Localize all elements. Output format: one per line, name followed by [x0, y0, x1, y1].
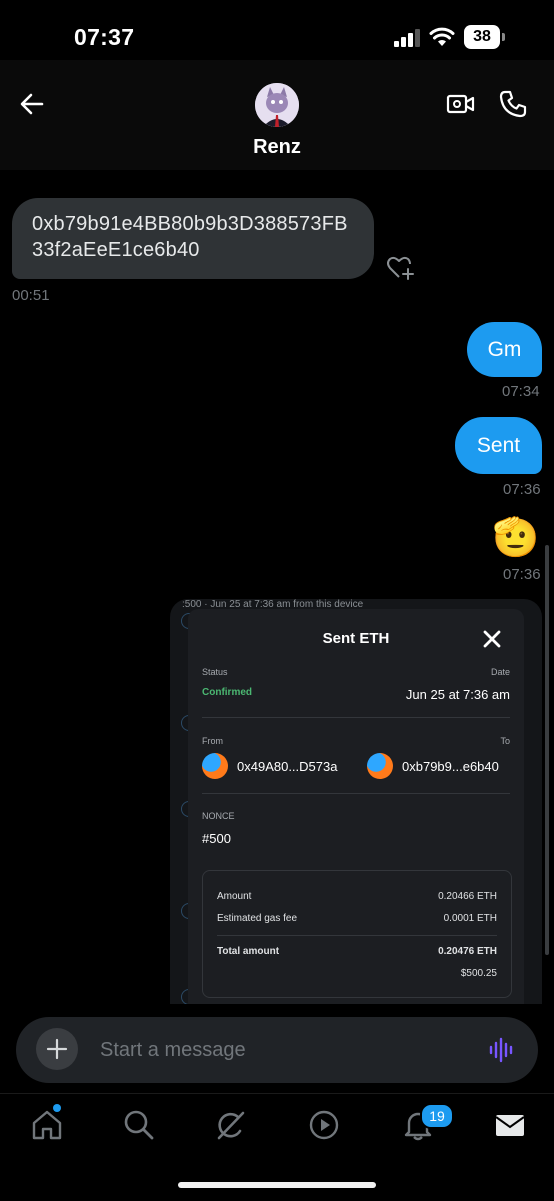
from-label: From: [202, 736, 223, 746]
date-label: Date: [490, 667, 510, 677]
grok-icon[interactable]: [214, 1108, 248, 1142]
sent-message-bubble[interactable]: Gm: [467, 322, 542, 377]
status-label: Status: [202, 667, 228, 677]
close-icon: [482, 629, 502, 649]
total-usd-value: $500.25: [460, 968, 497, 979]
to-label: To: [500, 736, 510, 746]
status-time: 07:37: [74, 24, 135, 50]
notification-count-badge: 19: [420, 1103, 454, 1129]
phone-call-button[interactable]: [498, 89, 528, 119]
gas-fee-value: 0.0001 ETH: [443, 913, 497, 924]
amount-label: Amount: [217, 891, 252, 902]
add-attachment-button[interactable]: [36, 1028, 78, 1070]
contact-name[interactable]: Renz: [0, 136, 554, 159]
battery-level: 38: [464, 25, 500, 49]
amount-value: 0.20466 ETH: [438, 891, 497, 902]
home-icon[interactable]: [30, 1108, 64, 1142]
battery-icon: 38: [464, 25, 506, 49]
date-value: Jun 25 at 7:36 am: [405, 687, 510, 702]
message-timestamp: 07:36: [503, 566, 541, 583]
nonce-value: #500: [202, 831, 231, 846]
cellular-signal-icon: [393, 29, 423, 47]
search-icon[interactable]: [122, 1108, 156, 1142]
status-value: Confirmed: [202, 687, 252, 698]
sent-message-bubble[interactable]: Sent: [455, 417, 542, 474]
add-reaction-icon[interactable]: [386, 255, 416, 281]
message-timestamp: 07:34: [502, 383, 540, 400]
shared-screenshot-image[interactable]: :500 · Jun 25 at 7:36 am from this devic…: [170, 599, 542, 1004]
nonce-label: NONCE: [202, 811, 235, 821]
back-button[interactable]: [18, 90, 46, 118]
to-address: 0xb79b9...e6b40: [402, 759, 499, 774]
contact-avatar[interactable]: [255, 83, 299, 127]
home-unread-dot: [53, 1104, 61, 1112]
message-timestamp: 00:51: [12, 287, 50, 304]
messages-mail-icon[interactable]: [493, 1108, 527, 1142]
total-amount-value: 0.20476 ETH: [438, 946, 497, 957]
modal-title: Sent ETH: [322, 630, 390, 647]
message-timestamp: 07:36: [503, 481, 541, 498]
to-account-icon: [367, 753, 393, 779]
from-account-icon: [202, 753, 228, 779]
wifi-icon: [429, 27, 455, 47]
message-input[interactable]: [100, 1036, 460, 1064]
from-address: 0x49A80...D573a: [237, 759, 338, 774]
video-play-icon[interactable]: [307, 1108, 341, 1142]
transaction-details-modal: Sent ETH Status Date Confirmed Jun 25 at…: [188, 609, 524, 1004]
total-amount-label: Total amount: [217, 946, 280, 957]
gas-fee-label: Estimated gas fee: [217, 913, 298, 924]
scrollbar-thumb[interactable]: [545, 545, 549, 955]
home-indicator[interactable]: [178, 1182, 376, 1188]
amount-summary-box: Amount 0.20466 ETH Estimated gas fee 0.0…: [202, 870, 512, 998]
received-message-bubble[interactable]: 0xb79b91e4BB80b9b3D388573FB33f2aEeE1ce6b…: [12, 198, 374, 279]
video-call-button[interactable]: [446, 92, 476, 116]
voice-message-icon[interactable]: [489, 1037, 515, 1063]
